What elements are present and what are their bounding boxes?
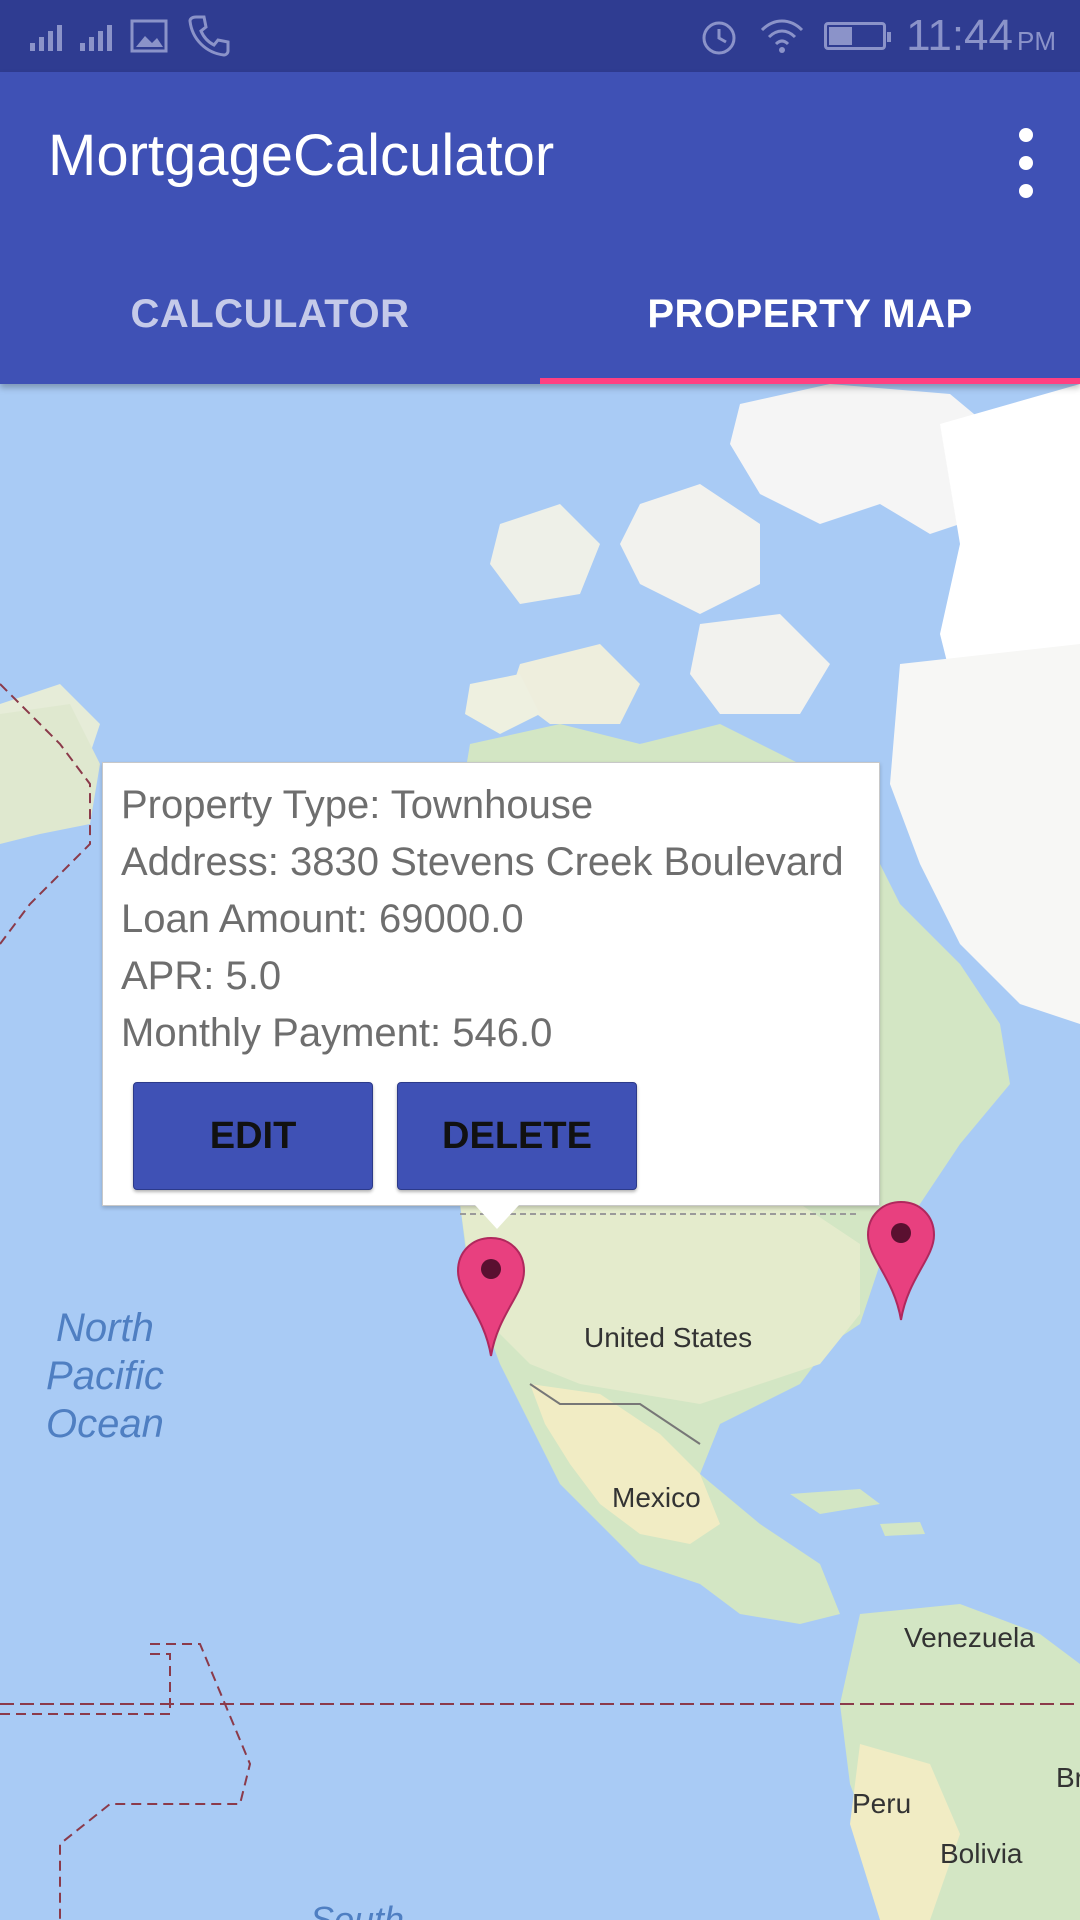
ocean-label: North Pacific Ocean: [46, 1304, 164, 1448]
label-south: South: [310, 1899, 405, 1920]
label-peru: Peru: [852, 1788, 912, 1819]
overflow-menu-icon[interactable]: [1006, 128, 1046, 198]
wifi-icon: [761, 19, 804, 53]
clock-ampm: PM: [1017, 26, 1056, 56]
phone-call-icon: [188, 15, 230, 57]
address-text: Address: 3830 Stevens Creek Boulevard: [121, 840, 844, 884]
tab-calculator[interactable]: CALCULATOR: [0, 244, 540, 384]
app-bar: MortgageCalculator CALCULATOR PROPERTY M…: [0, 72, 1080, 384]
monthly-payment-text: Monthly Payment: 546.0: [121, 1011, 553, 1055]
ocean-label-line3: Ocean: [46, 1402, 164, 1446]
pin-icon[interactable]: [866, 1200, 936, 1322]
status-time: 11:44 PM: [906, 11, 1056, 61]
tab-bar: CALCULATOR PROPERTY MAP: [0, 244, 1080, 384]
pin-icon[interactable]: [456, 1236, 526, 1358]
signal-2-icon: [80, 21, 112, 51]
label-united-states: United States: [584, 1322, 753, 1353]
edit-button[interactable]: EDIT: [133, 1082, 373, 1190]
label-brazil: Brazi: [1056, 1762, 1080, 1793]
ocean-label-line2: Pacific: [46, 1354, 164, 1398]
battery-icon: [824, 22, 892, 50]
label-bolivia: Bolivia: [940, 1838, 1023, 1869]
signal-icon: [30, 21, 62, 51]
image-icon: [130, 19, 168, 53]
marker-info-window: Property Type: Townhouse Address: 3830 S…: [102, 762, 880, 1229]
status-icons-right: 11:44 PM: [698, 10, 1056, 62]
label-mexico: Mexico: [612, 1482, 701, 1513]
alarm-icon: [702, 21, 736, 55]
clock-time: 11:44: [906, 11, 1013, 60]
info-window-actions: EDIT DELETE: [133, 1082, 861, 1190]
app-title: MortgageCalculator: [48, 123, 555, 188]
tab-property-map[interactable]: PROPERTY MAP: [540, 244, 1080, 384]
loan-amount-text: Loan Amount: 69000.0: [121, 897, 524, 941]
status-icons-left: [30, 10, 232, 62]
property-type-text: Property Type: Townhouse: [121, 783, 594, 827]
status-bar: 11:44 PM: [0, 0, 1080, 72]
ocean-label-line1: North: [56, 1306, 154, 1350]
delete-button[interactable]: DELETE: [397, 1082, 637, 1190]
apr-text: APR: 5.0: [121, 954, 282, 998]
label-venezuela: Venezuela: [904, 1622, 1035, 1653]
